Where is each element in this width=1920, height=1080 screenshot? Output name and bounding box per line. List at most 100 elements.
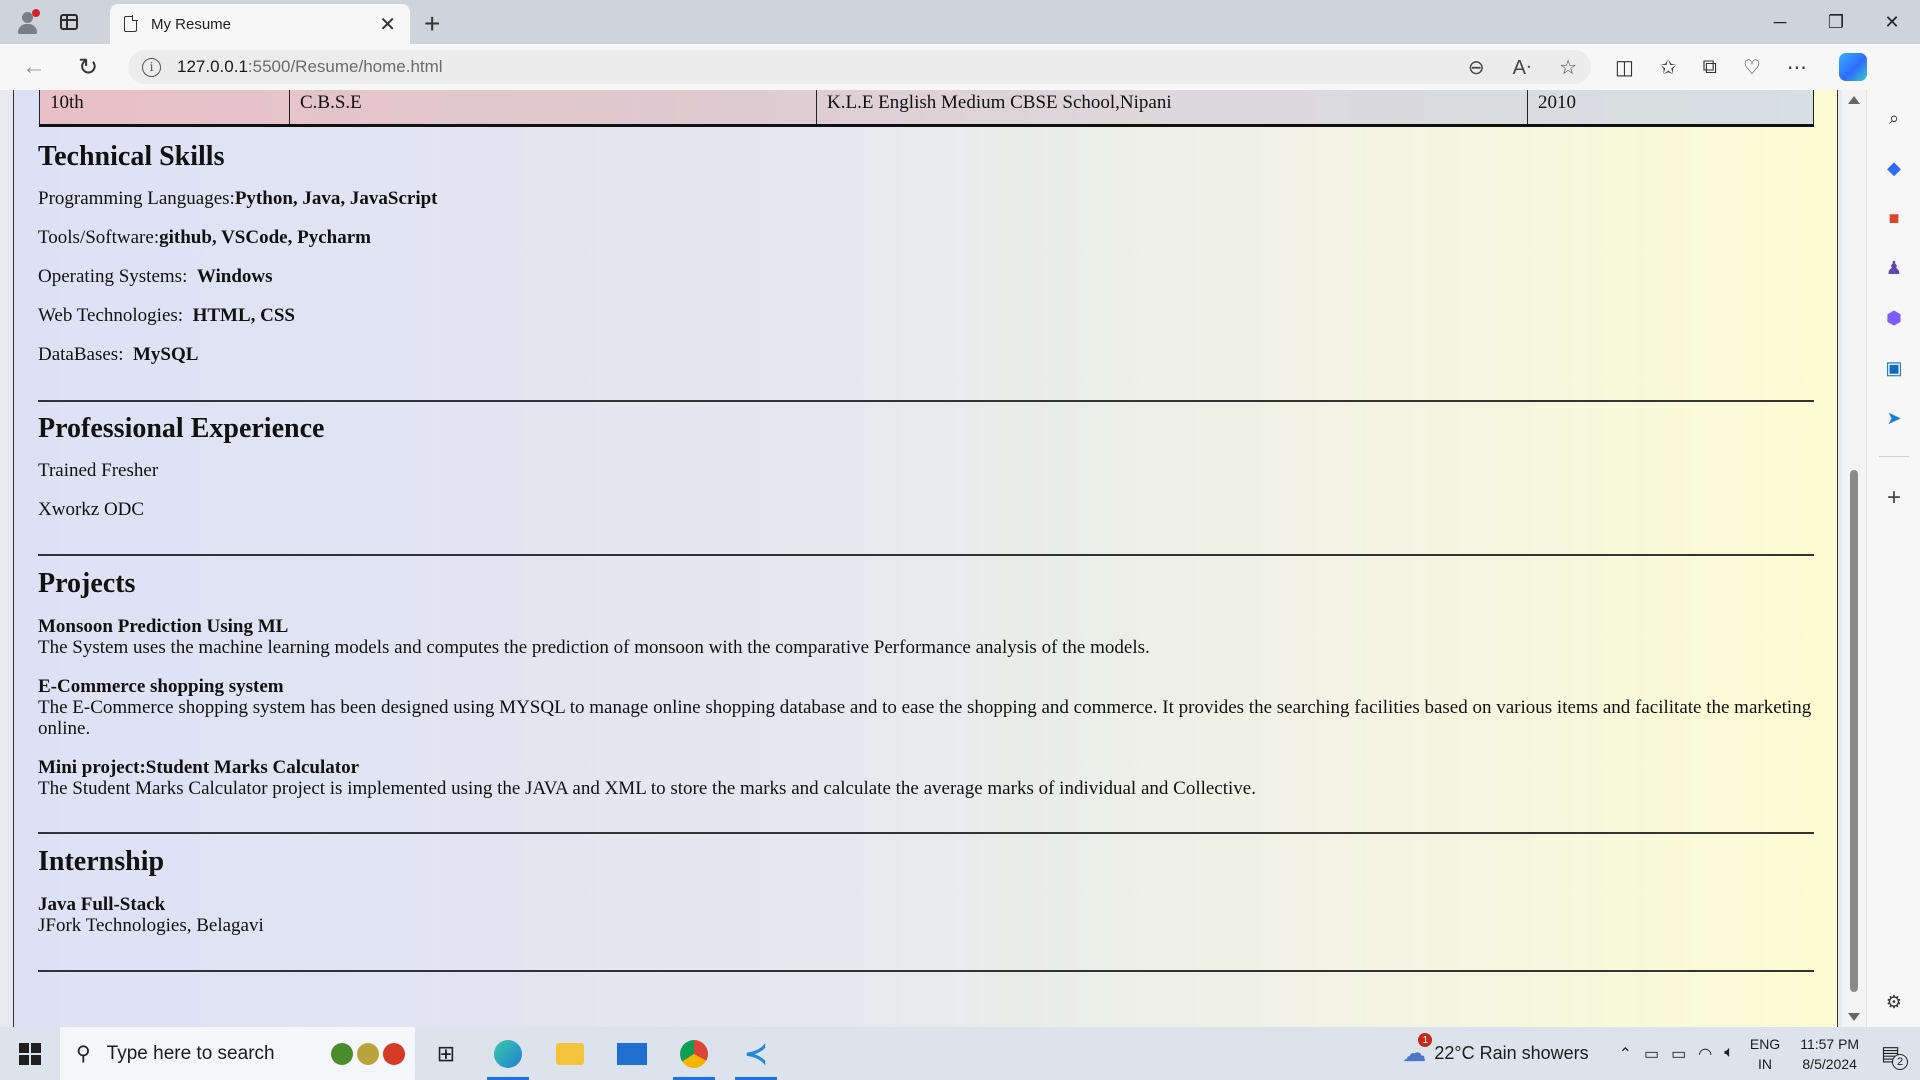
skill-value: Windows xyxy=(196,266,273,287)
project-item: Mini project:Student Marks Calculator Th… xyxy=(38,757,1814,799)
search-icon: ⚲ xyxy=(76,1043,91,1065)
start-button[interactable] xyxy=(0,1027,60,1080)
scroll-up-arrow-icon[interactable] xyxy=(1848,96,1860,104)
system-tray: ☁ 1 22°C Rain showers ⌃ ▭ ▭ ◠ 🔈︎ ENG IN 1… xyxy=(1402,1027,1920,1080)
copilot-icon[interactable] xyxy=(1838,53,1867,81)
collections-icon[interactable]: ⧉ xyxy=(1703,56,1717,79)
zoom-out-icon[interactable]: ⊖ xyxy=(1468,55,1485,80)
vscode-icon[interactable]: ≺ xyxy=(725,1027,787,1080)
table-row: 10th C.B.S.E K.L.E English Medium CBSE S… xyxy=(39,90,1814,127)
reload-button[interactable]: ↻ xyxy=(70,49,106,85)
split-screen-icon[interactable]: ◫ xyxy=(1615,55,1634,80)
add-sidebar-app-icon[interactable]: + xyxy=(1882,484,1906,511)
favorite-star-icon[interactable]: ☆ xyxy=(1559,55,1577,80)
chevron-up-icon[interactable]: ⌃ xyxy=(1619,1044,1632,1064)
weather-text: 22°C Rain showers xyxy=(1434,1043,1589,1063)
section-heading: Projects xyxy=(38,568,136,599)
skill-value: Python, Java, JavaScript xyxy=(234,188,438,209)
page-icon xyxy=(124,15,138,32)
page-viewport: 10th C.B.S.E K.L.E English Medium CBSE S… xyxy=(0,90,1842,1027)
send-icon[interactable]: ➤ xyxy=(1882,406,1906,430)
resume-container: 10th C.B.S.E K.L.E English Medium CBSE S… xyxy=(13,90,1838,1027)
skill-value: HTML, CSS xyxy=(192,305,295,326)
more-menu-icon[interactable]: ⋯ xyxy=(1787,55,1807,80)
education-board: C.B.S.E xyxy=(289,90,817,127)
tray-icons: ⌃ ▭ ▭ ◠ 🔈︎ xyxy=(1619,1044,1734,1064)
clock[interactable]: 11:57 PM 8/5/2024 xyxy=(1800,1034,1859,1074)
browser-tab[interactable]: My Resume ✕ xyxy=(110,4,410,44)
tab-actions-icon[interactable] xyxy=(60,14,78,30)
profile-icon[interactable] xyxy=(14,9,40,35)
project-description: The System uses the machine learning mod… xyxy=(38,637,1150,658)
browser-sidebar: ⌕ ◆ ■ ♟ ⬢ ▣ ➤ + ⚙ xyxy=(1866,90,1920,1027)
education-year: 2010 xyxy=(1527,90,1814,127)
search-icon[interactable]: ⌕ xyxy=(1882,106,1906,130)
address-bar-icons: ⊖ Aᐧ ☆ xyxy=(1468,55,1577,80)
shopping-tag-icon[interactable]: ◆ xyxy=(1882,156,1906,180)
education-table: 10th C.B.S.E K.L.E English Medium CBSE S… xyxy=(39,90,1814,127)
notification-count: 2 xyxy=(1892,1054,1908,1070)
skill-label: Operating Systems: xyxy=(38,266,193,287)
url-host: 127.0.0.1 xyxy=(177,57,248,76)
project-title: E-Commerce shopping system xyxy=(38,676,284,697)
chrome-icon[interactable] xyxy=(663,1027,725,1080)
new-tab-button[interactable]: + xyxy=(424,8,440,40)
url-path: :5500/Resume/home.html xyxy=(247,57,443,76)
favorites-icon[interactable]: ✩ xyxy=(1660,55,1677,80)
education-school: K.L.E English Medium CBSE School,Nipani xyxy=(816,90,1528,127)
volume-icon[interactable]: 🔈︎ xyxy=(1724,1044,1734,1064)
experience-item: Xworkz ODC xyxy=(38,499,145,520)
games-icon[interactable]: ♟ xyxy=(1882,256,1906,280)
internship-item: Java Full-Stack JFork Technologies, Bela… xyxy=(38,894,1814,936)
mail-icon[interactable] xyxy=(601,1027,663,1080)
divider xyxy=(38,970,1814,972)
wifi-icon[interactable]: ◠ xyxy=(1698,1044,1712,1064)
meet-icon[interactable]: ▭ xyxy=(1644,1044,1659,1064)
skill-line: DataBases: MySQL xyxy=(38,345,1814,365)
notification-center-icon[interactable]: ▤ 2 xyxy=(1881,1041,1908,1070)
outlook-icon[interactable]: ▣ xyxy=(1882,356,1906,380)
internship-section: Internship Java Full-Stack JFork Technol… xyxy=(38,846,1814,954)
internship-title: Java Full-Stack xyxy=(38,894,166,915)
task-view-icon[interactable]: ⊞ xyxy=(415,1027,477,1080)
close-tab-icon[interactable]: ✕ xyxy=(379,12,396,37)
technical-skills-section: Technical Skills Programming Languages:P… xyxy=(38,141,1814,384)
skill-line: Web Technologies: HTML, CSS xyxy=(38,306,1814,326)
language-indicator[interactable]: ENG IN xyxy=(1750,1034,1780,1074)
copilot-apps-icon[interactable]: ⬢ xyxy=(1882,306,1906,330)
page-scrollbar[interactable] xyxy=(1842,90,1866,1027)
skill-label: Web Technologies: xyxy=(38,305,188,326)
scroll-down-arrow-icon[interactable] xyxy=(1848,1013,1860,1021)
sidebar-settings-icon[interactable]: ⚙ xyxy=(1882,990,1906,1014)
skill-label: Tools/Software: xyxy=(38,227,160,248)
scroll-thumb[interactable] xyxy=(1850,470,1858,992)
site-info-icon[interactable]: i xyxy=(142,57,161,77)
clock-date: 8/5/2024 xyxy=(1802,1055,1857,1072)
file-explorer-icon[interactable] xyxy=(539,1027,601,1080)
divider xyxy=(38,400,1814,402)
search-placeholder: Type here to search xyxy=(106,1042,275,1064)
tools-icon[interactable]: ■ xyxy=(1882,206,1906,230)
taskbar-search[interactable]: ⚲ Type here to search xyxy=(60,1027,415,1080)
tab-title: My Resume xyxy=(151,15,232,33)
project-title: Monsoon Prediction Using ML xyxy=(38,616,289,637)
skill-label: Programming Languages: xyxy=(38,188,235,209)
search-highlight-icon xyxy=(331,1042,405,1065)
read-aloud-icon[interactable]: Aᐧ xyxy=(1513,55,1531,80)
close-window-button[interactable]: ✕ xyxy=(1864,0,1920,44)
window-controls: ─ ❐ ✕ xyxy=(1752,0,1920,44)
edge-taskbar-icon[interactable] xyxy=(477,1027,539,1080)
weather-widget[interactable]: ☁ 1 22°C Rain showers xyxy=(1402,1033,1589,1068)
restore-button[interactable]: ❐ xyxy=(1808,0,1864,44)
back-button[interactable]: ← xyxy=(16,49,52,85)
language-code: ENG xyxy=(1749,1035,1781,1052)
battery-icon[interactable]: ▭ xyxy=(1671,1044,1686,1064)
minimize-button[interactable]: ─ xyxy=(1752,0,1808,44)
project-description: The E-Commerce shopping system has been … xyxy=(38,697,1812,739)
address-bar[interactable]: i 127.0.0.1:5500/Resume/home.html ⊖ Aᐧ ☆ xyxy=(128,50,1591,84)
browser-toolbar-icons: ◫ ✩ ⧉ ♡ ⋯ xyxy=(1615,53,1867,81)
browser-essentials-icon[interactable]: ♡ xyxy=(1743,55,1761,80)
experience-item: Trained Fresher xyxy=(38,460,159,481)
divider xyxy=(38,554,1814,556)
sidebar-divider xyxy=(1879,456,1909,457)
